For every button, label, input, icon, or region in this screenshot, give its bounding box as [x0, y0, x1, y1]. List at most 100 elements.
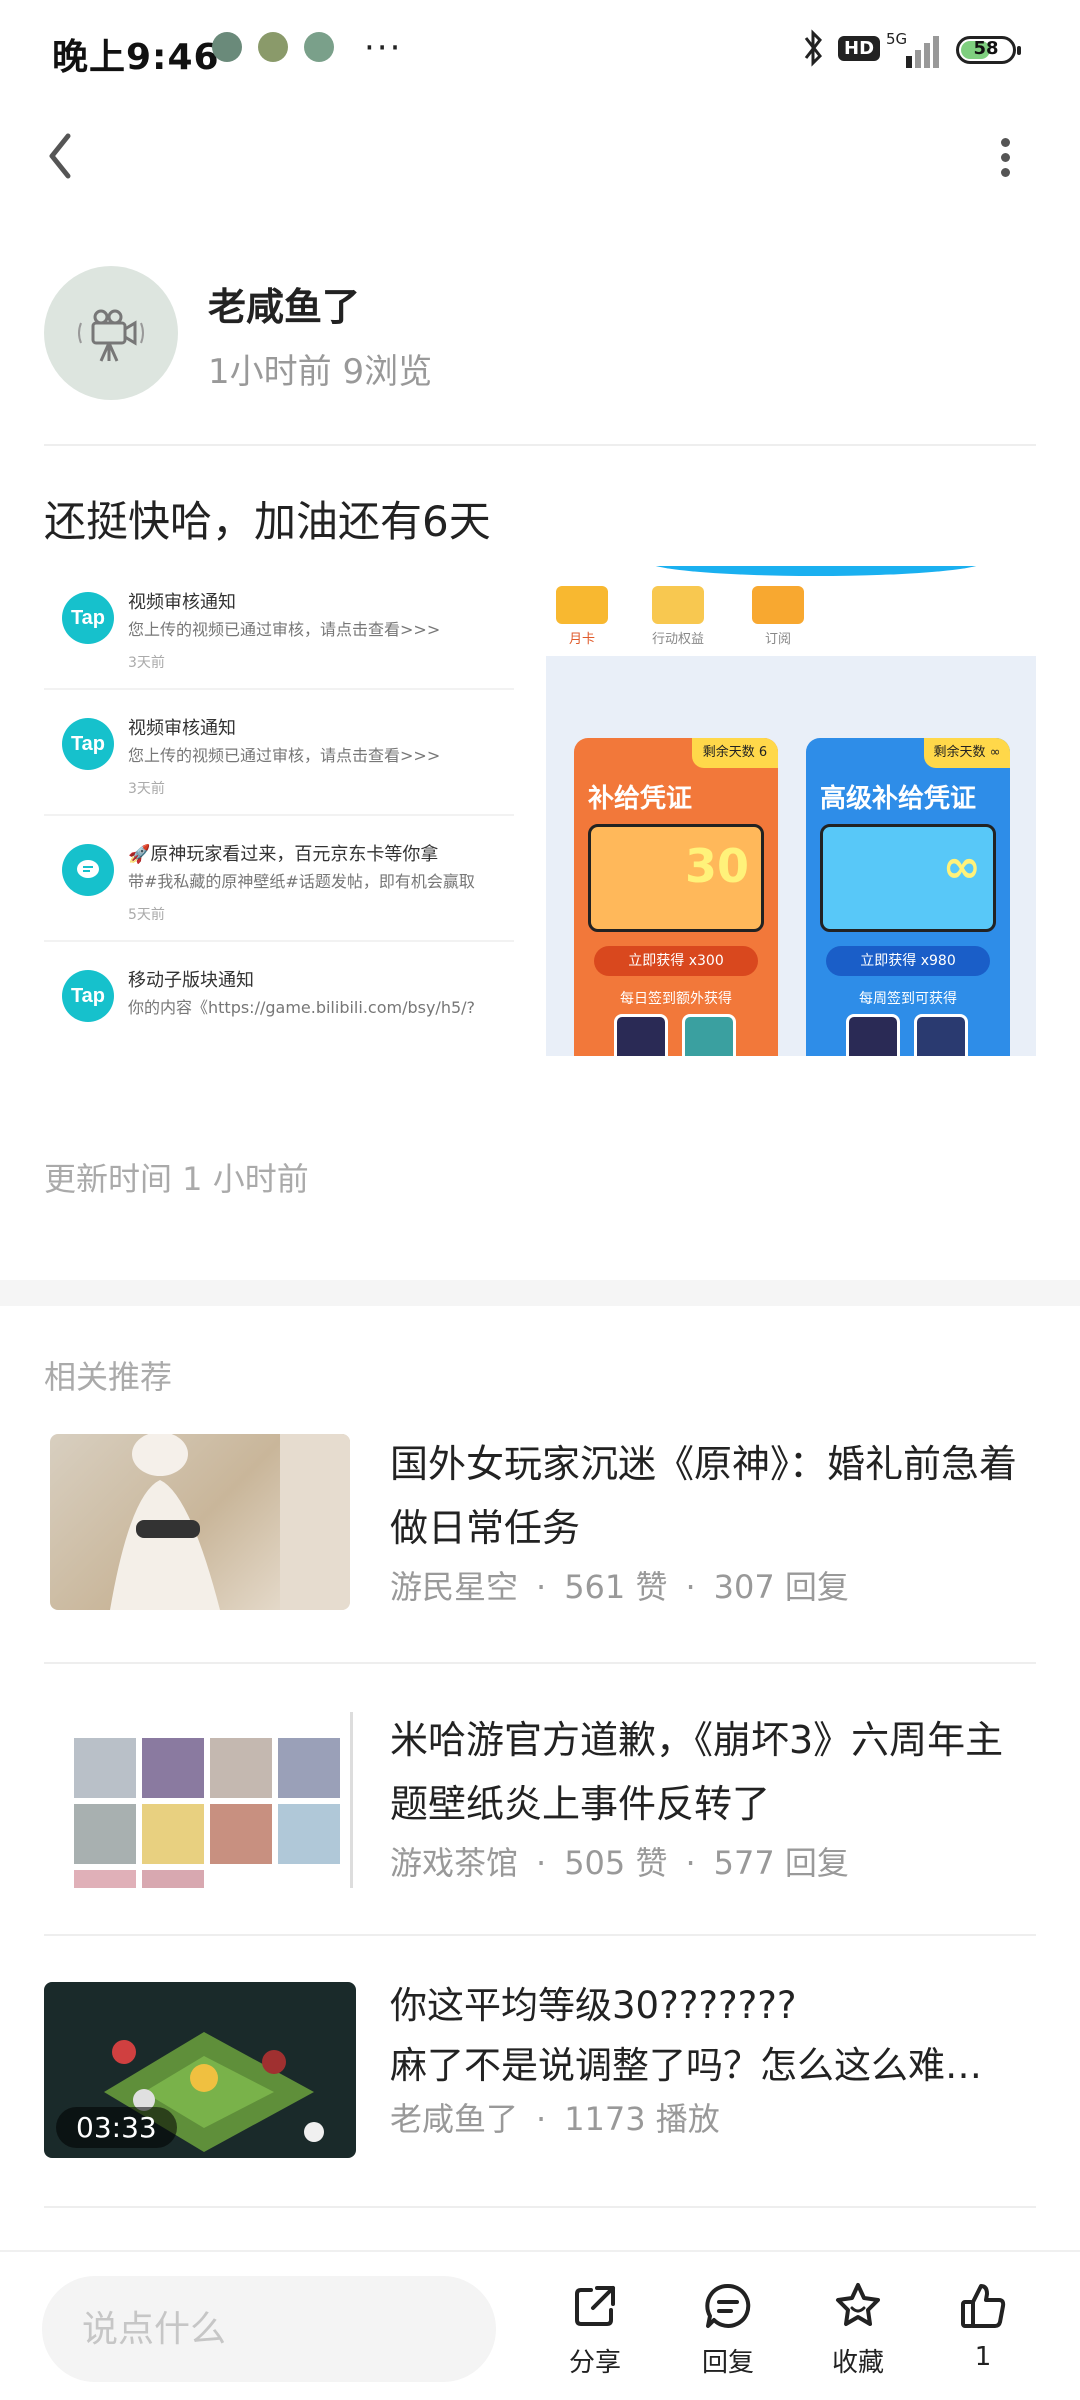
card-subtitle: 每周签到可获得: [859, 991, 957, 1007]
avatar[interactable]: [44, 266, 178, 400]
star-icon: [836, 2283, 880, 2326]
notification-item: Tap 视频审核通知 您上传的视频已通过审核，请点击查看>>> 3天前: [44, 566, 514, 690]
divider: [44, 444, 1036, 446]
pass-card-basic: 剩余天数 6 补给凭证 30 立即获得 x300 每日签到额外获得: [574, 738, 778, 1056]
more-notifications-icon: ···: [364, 28, 403, 68]
related-replies: 577 回复: [713, 1844, 849, 1882]
back-button[interactable]: [36, 120, 88, 192]
bluetooth-icon: [804, 29, 822, 67]
more-dot: [1000, 153, 1010, 162]
post-image-notifications[interactable]: Tap 视频审核通知 您上传的视频已通过审核，请点击查看>>> 3天前 Tap …: [44, 566, 514, 1056]
comment-input[interactable]: [42, 2276, 496, 2382]
tap-logo-icon: Tap: [62, 592, 114, 644]
related-item[interactable]: 国外女玩家沉迷《原神》：婚礼前急着做日常任务 游民星空 · 561 赞 · 307 回复: [44, 1434, 1036, 1610]
tab-monthly-label: 月卡: [568, 632, 595, 647]
card-title: 高级补给凭证: [820, 784, 977, 814]
bottom-action-bar: 分享 回复 收藏 1: [0, 2250, 1080, 2400]
notification-time: 3天前: [128, 781, 165, 797]
tab-subscribe-icon: [752, 586, 804, 624]
related-thumbnail: [44, 1712, 356, 1888]
section-separator: [0, 1280, 1080, 1306]
battery-icon: 58: [956, 36, 1021, 64]
notification-item: Tap 视频审核通知 您上传的视频已通过审核，请点击查看>>> 3天前: [44, 692, 514, 816]
related-thumbnail: [50, 1434, 350, 1610]
reply-label: 回复: [701, 2348, 754, 2378]
gift-card: ∞: [820, 824, 996, 932]
related-item[interactable]: 米哈游官方道歉，《崩坏3》六周年主题壁纸炎上事件反转了 游戏茶馆 · 505 赞 · 5…: [44, 1712, 1036, 1888]
update-time: 更新时间 1 小时前: [44, 1160, 309, 1198]
related-source: 老咸鱼了: [390, 2100, 519, 2138]
share-button[interactable]: 分享: [550, 2278, 640, 2388]
camera-icon: [78, 309, 144, 362]
notification-time: 3天前: [128, 655, 165, 671]
notification-title: 视频审核通知: [128, 718, 236, 739]
related-source: 游戏茶馆: [390, 1844, 519, 1882]
post-image-game-pass[interactable]: 月卡 行动权益 订阅 剩余天数 6 补给凭证 30 立即获得 x300 每日签到…: [546, 566, 1036, 1056]
gem-icon: [846, 1014, 900, 1056]
battery-level: 58: [973, 38, 999, 59]
notification-app-icon: [304, 32, 334, 62]
video-thumbnail: 03:33: [44, 1982, 356, 2158]
card-subtitle: 每日签到额外获得: [620, 991, 732, 1007]
tap-logo-icon: Tap: [62, 970, 114, 1022]
hd-icon: HD: [838, 36, 881, 61]
bride-photo-icon: [110, 1434, 350, 1610]
header-decoration: [646, 566, 986, 576]
gem-icon: [614, 1014, 668, 1056]
related-likes: 561 赞: [564, 1568, 668, 1606]
status-time: 晚上9:46: [52, 37, 220, 78]
more-dot: [1000, 138, 1010, 147]
reply-button[interactable]: 回复: [683, 2278, 773, 2388]
related-source: 游民星空: [390, 1568, 519, 1606]
tab-action-label: 行动权益: [651, 632, 704, 647]
card-button: 立即获得 x300: [594, 946, 758, 976]
related-meta: 老咸鱼了 · 1173 播放: [390, 2100, 720, 2138]
gift-card: 30: [588, 824, 764, 932]
game-tab-bar: 月卡 行动权益 订阅: [546, 566, 1036, 656]
card-days: ∞: [942, 839, 981, 893]
notification-app-icon: [212, 32, 242, 62]
pass-card-premium: 剩余天数 ∞ 高级补给凭证 ∞ 立即获得 x980 每周签到可获得: [806, 738, 1010, 1056]
status-bar: 晚上9:46 ··· HD 5G 58: [0, 0, 1080, 100]
author-name[interactable]: 老咸鱼了: [208, 276, 360, 331]
signal-icon: [906, 36, 939, 68]
divider: [44, 1934, 1036, 1936]
share-label: 分享: [568, 2348, 621, 2378]
related-title: 国外女玩家沉迷《原神》：婚礼前急着做日常任务: [390, 1442, 1018, 1550]
favorite-label: 收藏: [831, 2348, 884, 2378]
related-plays: 1173 播放: [564, 2100, 720, 2138]
wallpaper-grid-icon: [74, 1712, 353, 1888]
tap-logo-icon: Tap: [62, 718, 114, 770]
notification-title: 视频审核通知: [128, 592, 236, 613]
card-days: 30: [684, 839, 749, 893]
favorite-button[interactable]: 收藏: [813, 2278, 903, 2388]
notification-item: Tap 移动子版块通知 你的内容《https://game.bilibili.c…: [44, 944, 514, 1056]
divider: [44, 2206, 1036, 2208]
divider: [44, 1662, 1036, 1664]
more-dot: [1000, 168, 1010, 177]
related-likes: 505 赞: [564, 1844, 668, 1882]
days-badge: 剩余天数 6: [692, 738, 778, 768]
related-title: 你这平均等级30??????? 麻了不是说调整了吗？怎么这么难…: [390, 1984, 982, 2087]
more-options-button[interactable]: [990, 132, 1020, 188]
related-meta: 游民星空 · 561 赞 · 307 回复: [390, 1568, 849, 1606]
related-section-title: 相关推荐: [44, 1358, 173, 1396]
share-icon: [575, 2286, 615, 2326]
notification-body: 带#我私藏的原神壁纸#话题发帖，即有机会赢取: [128, 872, 475, 891]
post-detail-page: 晚上9:46 ··· HD 5G 58 老咸鱼了 1小时前 9浏览 还挺快哈，加…: [0, 0, 1080, 2400]
like-button[interactable]: 1: [938, 2278, 1028, 2388]
notification-title: 移动子版块通知: [128, 970, 254, 991]
related-meta: 游戏茶馆 · 505 赞 · 577 回复: [390, 1844, 849, 1882]
notification-body: 您上传的视频已通过审核，请点击查看>>>: [128, 746, 441, 765]
related-video-item[interactable]: 03:33 你这平均等级30??????? 麻了不是说调整了吗？怎么这么难… 老…: [44, 1982, 1036, 2158]
notification-item: 🚀原神玩家看过来，百元京东卡等你拿 带#我私藏的原神壁纸#话题发帖，即有机会赢取…: [44, 818, 514, 942]
comment-icon: [705, 2283, 751, 2328]
days-badge: 剩余天数 ∞: [924, 738, 1010, 768]
notification-body: 你的内容《https://game.bilibili.com/bsy/h5/?: [128, 998, 476, 1017]
notification-title: 🚀原神玩家看过来，百元京东卡等你拿: [128, 844, 439, 865]
notification-app-icon: [258, 32, 288, 62]
post-title: 还挺快哈，加油还有6天: [44, 497, 491, 546]
gem-icon: [914, 1014, 968, 1056]
related-replies: 307 回复: [713, 1568, 849, 1606]
post-meta: 1小时前 9浏览: [208, 352, 433, 392]
